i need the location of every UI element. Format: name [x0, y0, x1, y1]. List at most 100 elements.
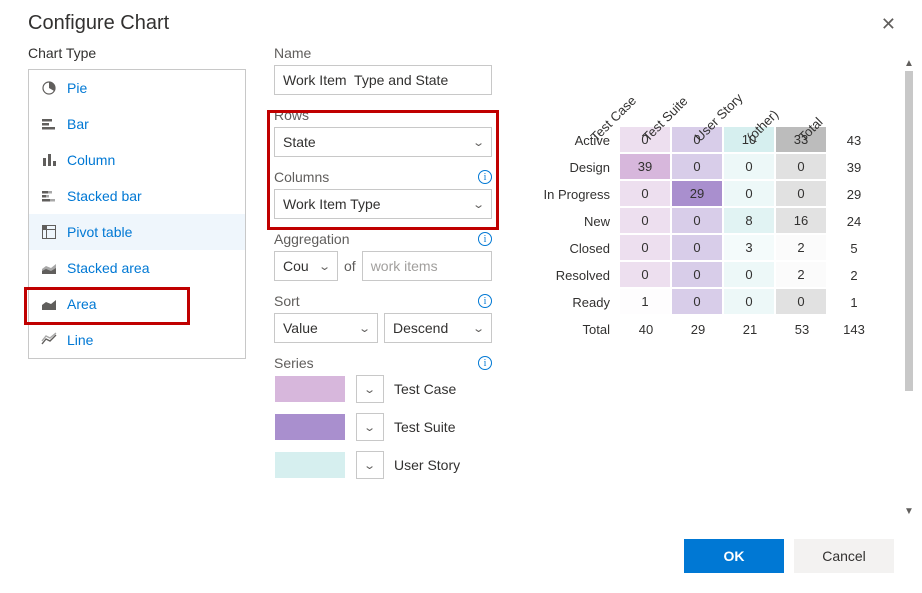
pivot-cell: 2	[776, 262, 828, 289]
scroll-thumb[interactable]	[905, 71, 913, 391]
series-color-swatch[interactable]	[274, 375, 346, 403]
chart-type-label: Stacked area	[67, 260, 150, 276]
scroll-up-icon: ▲	[904, 58, 914, 69]
series-row: ⌄ User Story	[274, 451, 492, 479]
sort-field-select[interactable]: Value ⌄	[274, 313, 378, 343]
pivot-cell: 0	[776, 181, 828, 208]
series-color-swatch[interactable]	[274, 413, 346, 441]
chevron-down-icon: ⌄	[472, 198, 485, 211]
info-icon[interactable]: i	[478, 294, 492, 308]
bar-icon	[41, 116, 57, 132]
chart-type-bar[interactable]: Bar	[29, 106, 245, 142]
pivot-cell: 0	[724, 289, 776, 316]
rows-select[interactable]: State ⌄	[274, 127, 492, 157]
series-color-dropdown[interactable]: ⌄	[356, 375, 384, 403]
pivot-row-total: 39	[828, 160, 880, 175]
close-button[interactable]: ✕	[875, 12, 902, 37]
pivot-cell: 0	[620, 208, 672, 235]
series-color-dropdown[interactable]: ⌄	[356, 413, 384, 441]
cancel-button[interactable]: Cancel	[794, 539, 894, 573]
sort-direction-select[interactable]: Descend ⌄	[384, 313, 492, 343]
chart-type-pie[interactable]: Pie	[29, 70, 245, 106]
pivot-row: New0081624	[530, 208, 902, 235]
rows-label: Rows	[274, 107, 309, 123]
chevron-down-icon: ⌄	[358, 322, 371, 335]
chart-type-label: Line	[67, 332, 93, 348]
columns-value: Work Item Type	[283, 196, 381, 212]
series-color-swatch[interactable]	[274, 451, 346, 479]
series-color-dropdown[interactable]: ⌄	[356, 451, 384, 479]
pivot-row-header: Closed	[530, 241, 620, 256]
pivot-cell: 29	[672, 181, 724, 208]
name-label: Name	[274, 45, 311, 61]
pivot-col-total: 29	[672, 322, 724, 337]
name-input[interactable]	[274, 65, 492, 95]
pivot-cell: 2	[776, 235, 828, 262]
pivot-cell: 0	[776, 289, 828, 316]
pivot-row-header: New	[530, 214, 620, 229]
chevron-down-icon: ⌄	[364, 421, 377, 434]
pivot-total-row: Total40292153143	[530, 316, 902, 343]
info-icon[interactable]: i	[478, 170, 492, 184]
aggregation-func-value: Cou	[283, 258, 309, 274]
pivot-cell: 8	[724, 208, 776, 235]
pivot-row-total: 43	[828, 133, 880, 148]
chart-type-stacked-area[interactable]: Stacked area	[29, 250, 245, 286]
column-icon	[41, 152, 57, 168]
close-icon: ✕	[881, 14, 896, 34]
pivot-row-header: Ready	[530, 295, 620, 310]
pivot-row-header: Resolved	[530, 268, 620, 283]
chevron-down-icon: ⌄	[364, 383, 377, 396]
chart-type-column[interactable]: Column	[29, 142, 245, 178]
rows-value: State	[283, 134, 316, 150]
chart-type-line[interactable]: Line	[29, 322, 245, 358]
pivot-cell: 0	[620, 235, 672, 262]
series-name: User Story	[394, 457, 460, 473]
chart-type-label: Stacked bar	[67, 188, 142, 204]
chart-type-pivot-table[interactable]: Pivot table	[29, 214, 245, 250]
pivot-row: Closed00325	[530, 235, 902, 262]
scrollbar[interactable]: ▲ ▼	[902, 58, 916, 517]
pivot-cell: 0	[672, 208, 724, 235]
pivot-row-total: 2	[828, 268, 880, 283]
columns-select[interactable]: Work Item Type ⌄	[274, 189, 492, 219]
series-label: Series	[274, 355, 314, 371]
chart-type-area[interactable]: Area	[29, 286, 245, 322]
pivot-row: Resolved00022	[530, 262, 902, 289]
pivot-row: In Progress0290029	[530, 181, 902, 208]
pivot-cell: 0	[672, 235, 724, 262]
chart-type-label: Bar	[67, 116, 89, 132]
pivot-cell: 0	[620, 262, 672, 289]
aggregation-of-select[interactable]: work items	[362, 251, 492, 281]
chart-type-label: Column	[67, 152, 115, 168]
pivot-cell: 0	[672, 262, 724, 289]
stacked-area-icon	[41, 260, 57, 276]
series-name: Test Case	[394, 381, 456, 397]
chevron-down-icon: ⌄	[472, 136, 485, 149]
aggregation-label: Aggregation	[274, 231, 350, 247]
aggregation-func-select[interactable]: Cou ⌄	[274, 251, 338, 281]
info-icon[interactable]: i	[478, 356, 492, 370]
pivot-row-total: 29	[828, 187, 880, 202]
columns-label: Columns	[274, 169, 329, 185]
sort-label: Sort	[274, 293, 300, 309]
sort-field-value: Value	[283, 320, 318, 336]
pivot-cell: 16	[776, 208, 828, 235]
pivot-cell: 0	[724, 262, 776, 289]
chevron-down-icon: ⌄	[318, 260, 331, 273]
pivot-row-total: 1	[828, 295, 880, 310]
pivot-row-header: In Progress	[530, 187, 620, 202]
chart-type-stacked-bar[interactable]: Stacked bar	[29, 178, 245, 214]
pivot-row: Active00103343	[530, 127, 902, 154]
info-icon[interactable]: i	[478, 232, 492, 246]
aggregation-of-label: of	[344, 258, 356, 274]
pie-icon	[41, 80, 57, 96]
ok-button[interactable]: OK	[684, 539, 784, 573]
pivot-cell: 1	[620, 289, 672, 316]
chevron-down-icon: ⌄	[472, 322, 485, 335]
chart-type-heading: Chart Type	[28, 45, 246, 61]
scroll-down-icon: ▼	[904, 506, 914, 517]
chart-type-label: Pie	[67, 80, 87, 96]
pivot-total-label: Total	[530, 322, 620, 337]
chevron-down-icon: ⌄	[364, 459, 377, 472]
